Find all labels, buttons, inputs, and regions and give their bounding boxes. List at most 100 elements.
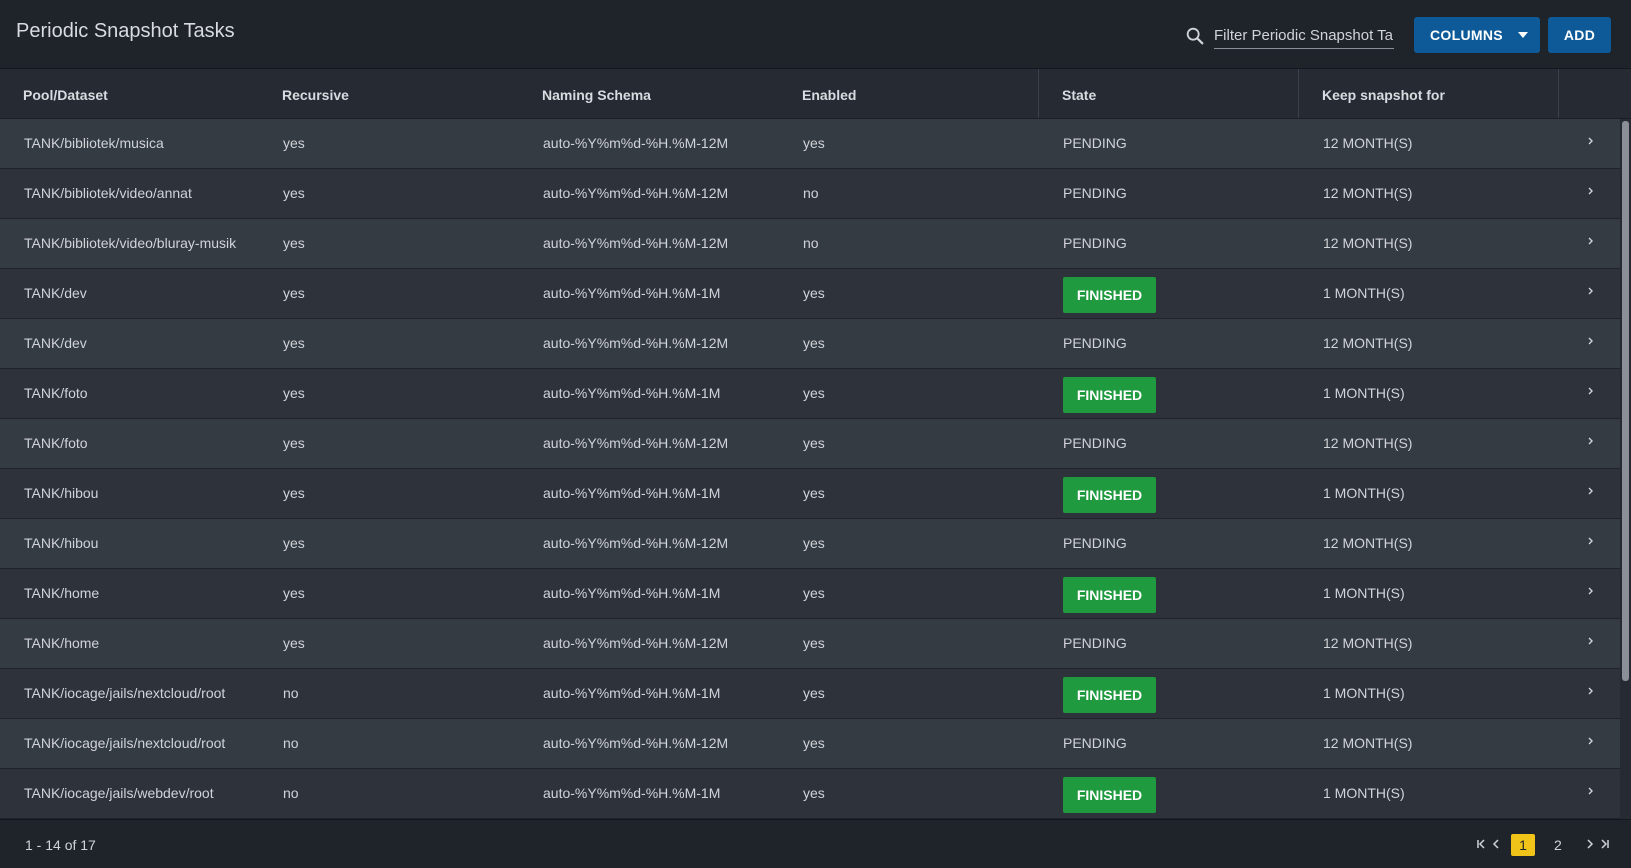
chevron-right-icon[interactable] [1584,334,1598,348]
chevron-right-icon[interactable] [1584,734,1598,748]
cell-keep-snapshot: 12 MONTH(S) [1323,735,1413,751]
cell-keep-snapshot: 1 MONTH(S) [1323,685,1405,701]
cell-keep-snapshot: 12 MONTH(S) [1323,635,1413,651]
chevron-right-icon[interactable] [1584,684,1598,698]
table-row[interactable]: TANK/iocage/jails/nextcloud/root no auto-%… [0,719,1620,769]
table-row[interactable]: TANK/bibliotek/musica yes auto-%Y%m%d-%H.%… [0,119,1620,169]
cell-keep-snapshot: 1 MONTH(S) [1323,785,1405,801]
cell-naming-schema: auto-%Y%m%d-%H.%M-1M [543,385,721,401]
cell-dataset: TANK/bibliotek/video/annat [24,185,192,201]
page-button-current[interactable]: 1 [1511,834,1535,856]
previous-page-icon[interactable] [1489,837,1503,851]
cell-naming-schema: auto-%Y%m%d-%H.%M-1M [543,585,721,601]
cell-dataset: TANK/home [24,585,100,601]
status-text-pending: PENDING [1063,435,1127,451]
table-row[interactable]: TANK/dev yes auto-%Y%m%d-%H.%M-12M yes 12 MO… [0,319,1620,369]
next-page-icon[interactable] [1583,837,1597,851]
status-badge-finished[interactable]: FINISHED [1063,577,1156,613]
cell-dataset: TANK/home [24,635,100,651]
column-divider[interactable] [1038,69,1039,118]
page-button[interactable]: 2 [1554,837,1562,853]
cell-keep-snapshot: 1 MONTH(S) [1323,285,1405,301]
cell-recursive: yes [283,185,305,201]
column-header-state[interactable]: State [1062,87,1096,103]
cell-enabled: yes [803,335,825,351]
table-row[interactable]: TANK/dev yes auto-%Y%m%d-%H.%M-1M yes 1 MONT… [0,269,1620,319]
column-header-naming-schema[interactable]: Naming Schema [542,87,651,103]
status-badge-finished[interactable]: FINISHED [1063,477,1156,513]
cell-recursive: yes [283,135,305,151]
column-divider[interactable] [1558,69,1559,118]
column-divider[interactable] [1298,69,1299,118]
chevron-right-icon[interactable] [1584,484,1598,498]
cell-dataset: TANK/bibliotek/video/bluray-musik [24,235,237,251]
add-button[interactable]: ADD [1548,17,1611,53]
chevron-right-icon[interactable] [1584,184,1598,198]
cell-naming-schema: auto-%Y%m%d-%H.%M-12M [543,435,729,451]
cell-recursive: yes [283,435,305,451]
status-badge-finished[interactable]: FINISHED [1063,277,1156,313]
table-body: TANK/bibliotek/musica yes auto-%Y%m%d-%H.%… [0,119,1620,819]
column-header-enabled[interactable]: Enabled [802,87,856,103]
columns-button-label: COLUMNS [1430,27,1503,43]
table-row[interactable]: TANK/hibou yes auto-%Y%m%d-%H.%M-1M yes 1 MO… [0,469,1620,519]
chevron-right-icon[interactable] [1584,384,1598,398]
cell-enabled: yes [803,435,825,451]
search-input[interactable] [1214,22,1394,49]
cell-enabled: yes [803,135,825,151]
table-row[interactable]: TANK/home yes auto-%Y%m%d-%H.%M-12M yes 12 M… [0,619,1620,669]
cell-recursive: yes [283,385,305,401]
column-header-keep-snapshot[interactable]: Keep snapshot for [1322,87,1445,103]
table-row[interactable]: TANK/bibliotek/video/annat yes auto-%Y%m%d… [0,169,1620,219]
table-row[interactable]: TANK/foto yes auto-%Y%m%d-%H.%M-12M yes 12 M… [0,419,1620,469]
cell-dataset: TANK/iocage/jails/nextcloud/root [24,685,226,701]
scrollbar[interactable] [1620,119,1631,819]
cell-naming-schema: auto-%Y%m%d-%H.%M-12M [543,135,729,151]
cell-enabled: yes [803,685,825,701]
table-row[interactable]: TANK/iocage/jails/nextcloud/root no auto-%… [0,669,1620,719]
columns-button[interactable]: COLUMNS [1414,17,1540,53]
cell-recursive: yes [283,585,305,601]
table-row[interactable]: TANK/home yes auto-%Y%m%d-%H.%M-1M yes 1 MON… [0,569,1620,619]
cell-naming-schema: auto-%Y%m%d-%H.%M-12M [543,185,729,201]
cell-naming-schema: auto-%Y%m%d-%H.%M-12M [543,235,729,251]
last-page-icon[interactable] [1597,837,1611,851]
cell-dataset: TANK/dev [24,335,87,351]
cell-keep-snapshot: 12 MONTH(S) [1323,185,1413,201]
cell-dataset: TANK/hibou [24,535,99,551]
cell-keep-snapshot: 12 MONTH(S) [1323,235,1413,251]
cell-keep-snapshot: 12 MONTH(S) [1323,535,1413,551]
status-badge-finished[interactable]: FINISHED [1063,677,1156,713]
first-page-icon[interactable] [1475,837,1489,851]
chevron-right-icon[interactable] [1584,634,1598,648]
chevron-right-icon[interactable] [1584,434,1598,448]
column-header-recursive[interactable]: Recursive [282,87,349,103]
table-row[interactable]: TANK/bibliotek/video/bluray-musik yes auto… [0,219,1620,269]
chevron-right-icon[interactable] [1584,284,1598,298]
status-badge-finished[interactable]: FINISHED [1063,377,1156,413]
table-row[interactable]: TANK/iocage/jails/webdev/root no auto-%Y%m… [0,769,1620,819]
cell-naming-schema: auto-%Y%m%d-%H.%M-12M [543,735,729,751]
column-header-dataset[interactable]: Pool/Dataset [23,87,108,103]
chevron-right-icon[interactable] [1584,234,1598,248]
chevron-right-icon[interactable] [1584,584,1598,598]
cell-recursive: yes [283,635,305,651]
cell-dataset: TANK/bibliotek/musica [24,135,164,151]
search-icon[interactable] [1184,25,1206,47]
cell-enabled: yes [803,385,825,401]
caret-down-icon[interactable] [1518,32,1528,38]
status-badge-finished[interactable]: FINISHED [1063,777,1156,813]
cell-dataset: TANK/foto [24,385,88,401]
scrollbar-thumb[interactable] [1622,121,1629,681]
table-row[interactable]: TANK/foto yes auto-%Y%m%d-%H.%M-1M yes 1 MON… [0,369,1620,419]
cell-naming-schema: auto-%Y%m%d-%H.%M-12M [543,335,729,351]
cell-naming-schema: auto-%Y%m%d-%H.%M-1M [543,485,721,501]
chevron-right-icon[interactable] [1584,134,1598,148]
status-text-pending: PENDING [1063,185,1127,201]
cell-recursive: no [283,685,299,701]
status-text-pending: PENDING [1063,635,1127,651]
table-row[interactable]: TANK/hibou yes auto-%Y%m%d-%H.%M-12M yes 12 … [0,519,1620,569]
chevron-right-icon[interactable] [1584,784,1598,798]
cell-enabled: no [803,235,819,251]
chevron-right-icon[interactable] [1584,534,1598,548]
